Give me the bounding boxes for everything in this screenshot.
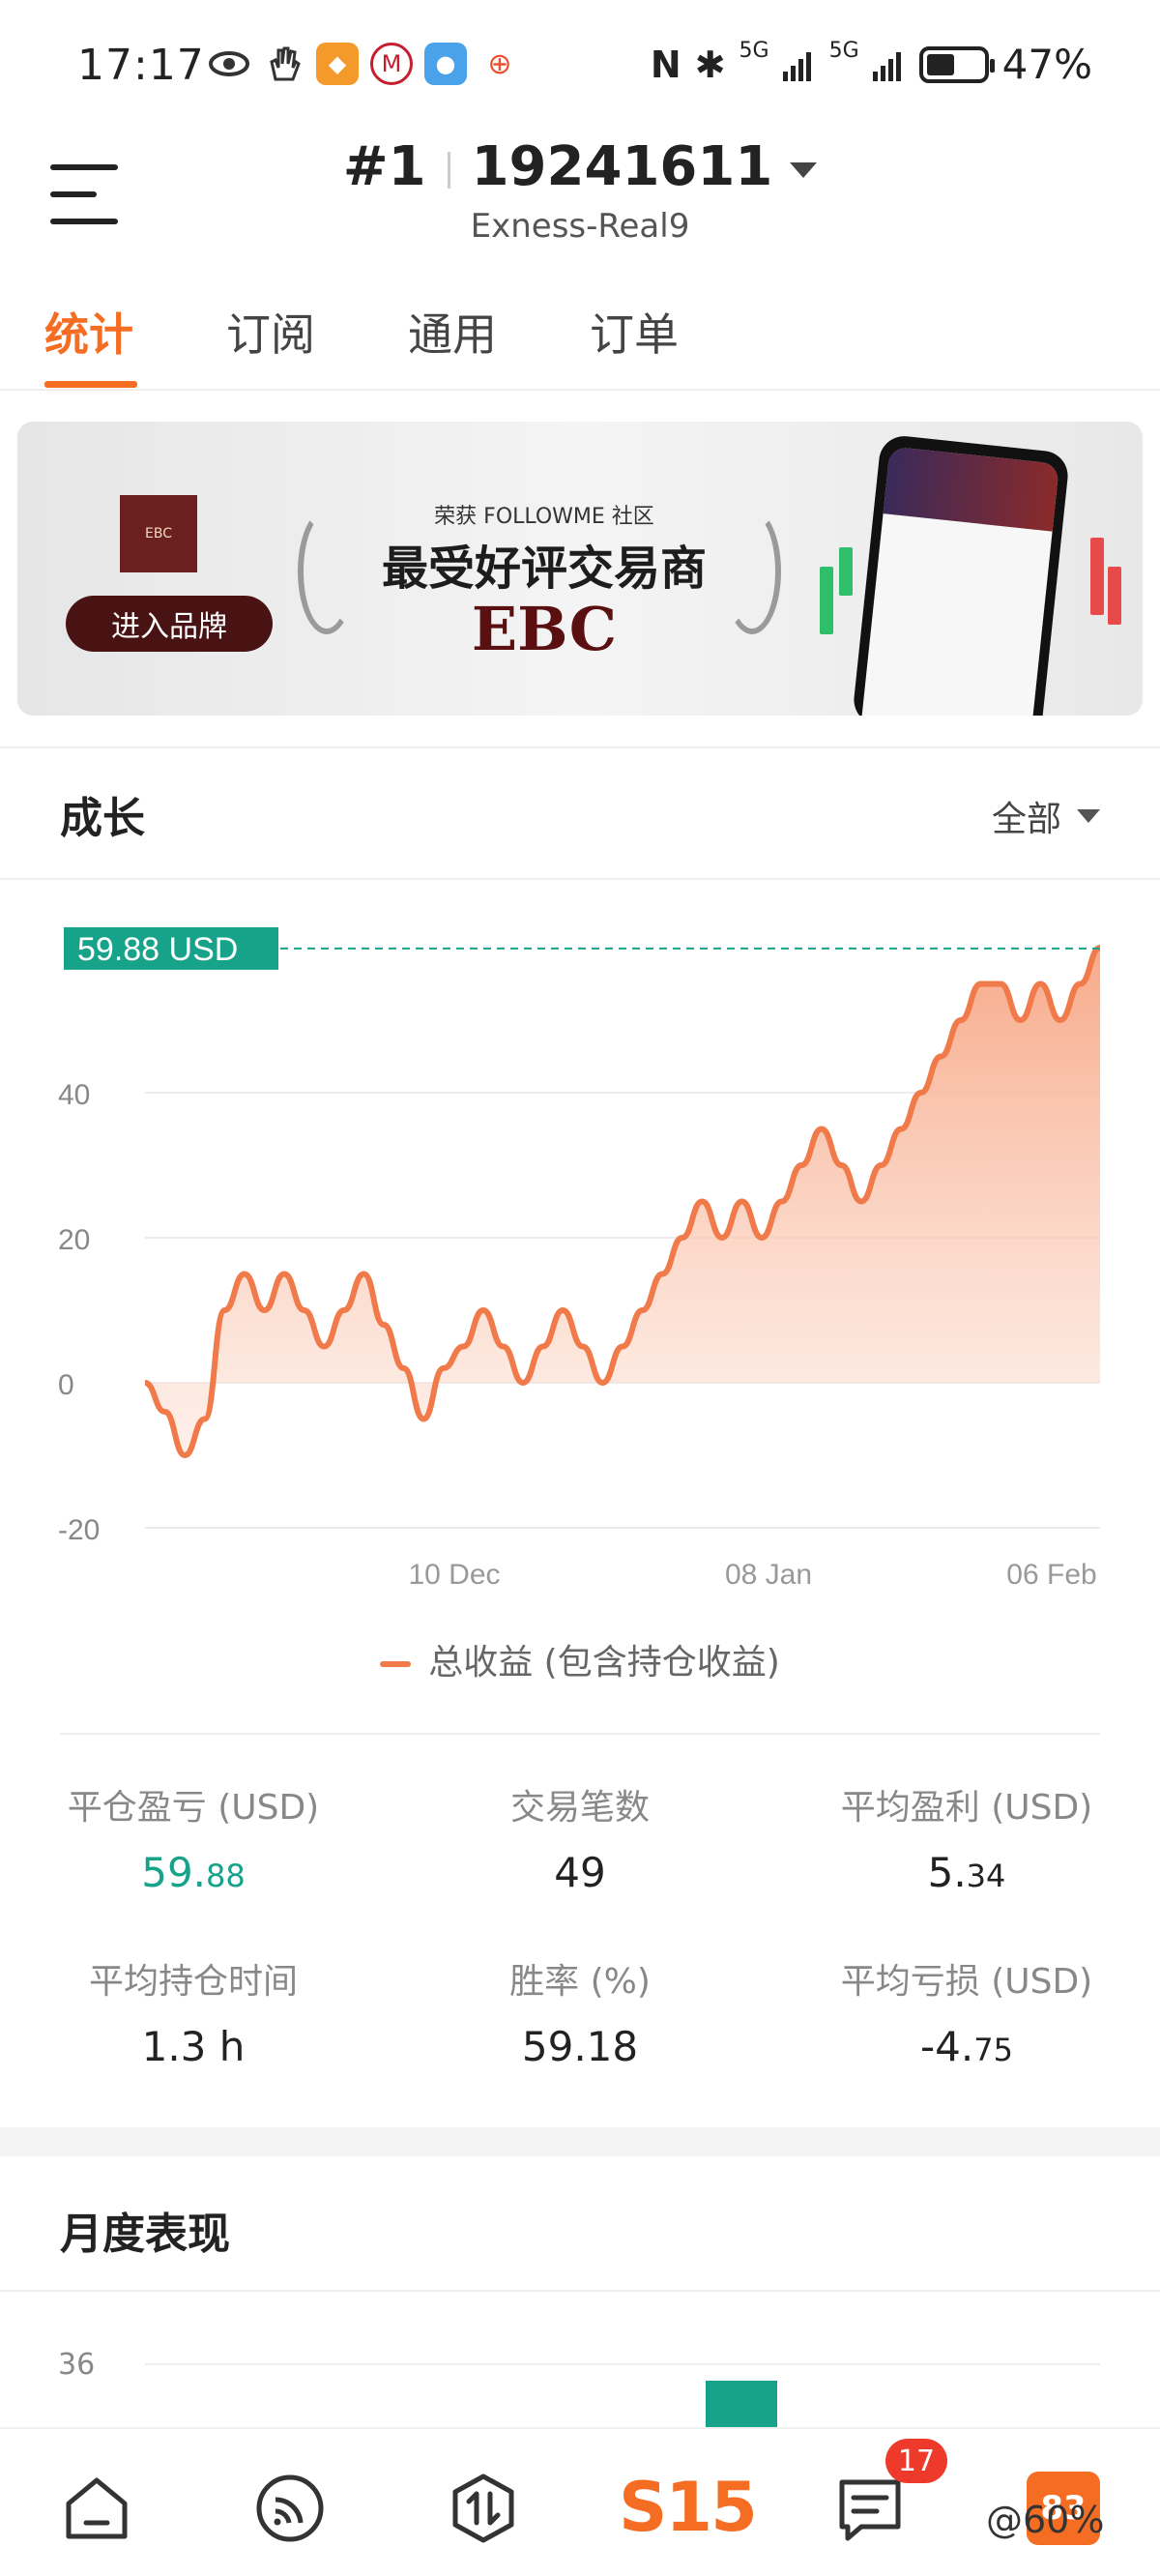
monthly-y-tick: 36 bbox=[58, 2348, 96, 2382]
stat-value: 1.3 h bbox=[141, 2023, 246, 2070]
chart-legend[interactable]: 总收益 (包含持仓收益) bbox=[0, 1634, 1160, 1684]
message-badge: 17 bbox=[885, 2439, 947, 2483]
nfc-icon: N bbox=[650, 43, 682, 86]
feed-icon[interactable] bbox=[251, 2470, 329, 2547]
award-subtitle: 荣获 FOLLOWME 社区 bbox=[434, 505, 654, 529]
divider bbox=[0, 746, 1160, 748]
stat-label: 平均盈利 (USD) bbox=[840, 1788, 1093, 1828]
stat-value: 59.88 bbox=[141, 1849, 246, 1896]
account-number: 19241611 bbox=[471, 135, 773, 198]
caret-down-icon bbox=[790, 161, 818, 178]
stat-avg-profit: 平均盈利 (USD) 5.34 bbox=[793, 1779, 1141, 1896]
growth-title: 成长 bbox=[60, 794, 145, 843]
divider bbox=[0, 878, 1160, 880]
candle-decoration bbox=[1090, 538, 1104, 615]
stat-win-rate: 胜率 (%) 59.18 bbox=[406, 1953, 754, 2070]
account-rank: #1 bbox=[342, 135, 426, 198]
status-time: 17:17 bbox=[77, 41, 205, 90]
account-selector[interactable]: #1 19241611 bbox=[0, 135, 1160, 198]
promo-banner[interactable]: EBC 进入品牌 荣获 FOLLOWME 社区 最受好评交易商 EBC bbox=[17, 422, 1143, 716]
app-icon-cart: ⊕ bbox=[478, 43, 521, 85]
x-tick-label: 10 Dec bbox=[408, 1559, 500, 1591]
y-tick-label: 40 bbox=[58, 1079, 90, 1111]
section-gap bbox=[0, 2127, 1160, 2156]
status-notification-icons: ◆ M ● ⊕ bbox=[208, 43, 521, 85]
stat-trade-count: 交易笔数 49 bbox=[406, 1779, 754, 1896]
eye-icon bbox=[208, 43, 250, 85]
stat-closed-pnl: 平仓盈亏 (USD) 59.88 bbox=[19, 1779, 367, 1896]
enter-brand-button[interactable]: 进入品牌 bbox=[66, 596, 273, 652]
watermark: @60% bbox=[986, 2499, 1105, 2541]
status-right-group: N ✱ 5G 5G 47% bbox=[650, 39, 1092, 88]
stat-label: 胜率 (%) bbox=[509, 1962, 651, 2002]
candle-decoration bbox=[820, 567, 833, 634]
y-tick-label: 0 bbox=[58, 1369, 74, 1401]
y-tick-label: -20 bbox=[58, 1514, 100, 1546]
app-icon-orange: ◆ bbox=[316, 43, 359, 85]
x-tick-label: 06 Feb bbox=[1006, 1559, 1096, 1591]
stat-avg-hold-time: 平均持仓时间 1.3 h bbox=[19, 1953, 367, 2070]
battery-icon bbox=[918, 45, 995, 83]
tab-subscribe[interactable]: 订阅 bbox=[226, 300, 315, 364]
last-value-label: 59.88 USD bbox=[77, 931, 238, 968]
tab-orders[interactable]: 订单 bbox=[590, 300, 679, 364]
y-tick-label: 20 bbox=[58, 1224, 90, 1256]
award-title: 最受好评交易商 bbox=[381, 542, 707, 596]
signal-1: 5G bbox=[739, 39, 769, 63]
growth-chart-svg: 59.88 USD -20 0 20 40 10 Dec 08 Jan 06 Feb bbox=[58, 926, 1102, 1591]
server-name: Exness-Real9 bbox=[470, 207, 690, 246]
app-header: #1 19241611 Exness-Real9 bbox=[0, 135, 1160, 271]
s15-icon[interactable]: S15 bbox=[619, 2468, 758, 2547]
growth-chart[interactable]: 59.88 USD -20 0 20 40 10 Dec 08 Jan 06 Feb bbox=[0, 909, 1160, 1702]
legend-swatch bbox=[380, 1661, 412, 1667]
range-select[interactable]: 全部 bbox=[992, 791, 1100, 841]
stat-value: 59.18 bbox=[521, 2023, 639, 2070]
bluetooth-icon: ✱ bbox=[694, 43, 726, 86]
ebc-logo: EBC bbox=[120, 495, 197, 572]
stat-label: 交易笔数 bbox=[509, 1788, 650, 1828]
monthly-grid-line bbox=[145, 2363, 1100, 2365]
signal-bars-2 bbox=[872, 51, 901, 81]
tab-active-indicator bbox=[44, 381, 137, 388]
x-tick-label: 08 Jan bbox=[725, 1559, 812, 1591]
stat-value: 49 bbox=[554, 1849, 606, 1896]
stat-label: 平均亏损 (USD) bbox=[840, 1962, 1093, 2002]
monthly-chart[interactable]: 36 bbox=[0, 2292, 1160, 2427]
divider bbox=[60, 1733, 1100, 1735]
stat-value: 5.34 bbox=[927, 1849, 1006, 1896]
stat-label: 平仓盈亏 (USD) bbox=[67, 1788, 320, 1828]
monthly-title: 月度表现 bbox=[60, 2210, 230, 2259]
app-icon-weather: ● bbox=[424, 43, 467, 85]
legend-label: 总收益 (包含持仓收益) bbox=[428, 1643, 780, 1683]
stat-value: -4.75 bbox=[920, 2023, 1013, 2070]
app-icon-bank: M bbox=[370, 43, 413, 85]
messages-icon[interactable] bbox=[831, 2470, 909, 2547]
stat-label: 平均持仓时间 bbox=[88, 1962, 298, 2002]
candle-decoration bbox=[839, 547, 853, 596]
home-icon[interactable] bbox=[58, 2470, 135, 2547]
battery-percent: 47% bbox=[1001, 41, 1092, 88]
signal-bars-1 bbox=[782, 51, 811, 81]
award-brand: EBC bbox=[471, 594, 618, 664]
tab-general[interactable]: 通用 bbox=[408, 300, 497, 364]
candle-decoration bbox=[1108, 567, 1121, 625]
signal-2: 5G bbox=[828, 39, 859, 63]
tab-bar: 统计 订阅 通用 订单 bbox=[0, 290, 1160, 391]
status-bar: 17:17 ◆ M ● ⊕ N ✱ 5G 5G 47% bbox=[0, 0, 1160, 135]
monthly-bar[interactable] bbox=[706, 2381, 777, 2427]
range-select-label: 全部 bbox=[991, 800, 1061, 839]
caret-down-icon bbox=[1077, 809, 1100, 823]
trade-icon[interactable] bbox=[445, 2470, 522, 2547]
stat-avg-loss: 平均亏损 (USD) -4.75 bbox=[793, 1953, 1141, 2070]
tab-statistics[interactable]: 统计 bbox=[44, 300, 133, 364]
phone-mockup bbox=[851, 433, 1071, 716]
hand-icon bbox=[262, 43, 304, 85]
